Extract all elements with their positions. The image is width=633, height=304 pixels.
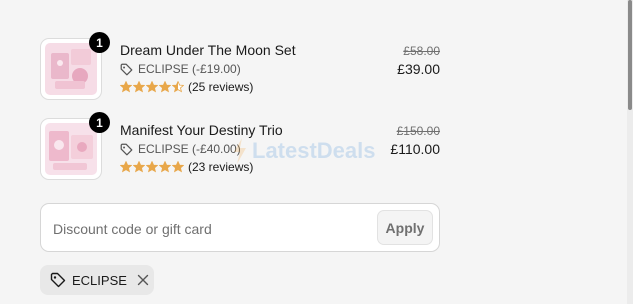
product-image	[45, 123, 97, 175]
star-rating	[119, 80, 185, 93]
final-price: £39.00	[397, 61, 440, 77]
watermark: LatestDeals	[232, 138, 376, 164]
tag-icon	[50, 272, 66, 288]
product-image	[45, 43, 97, 95]
compare-at-price: £150.00	[396, 124, 440, 138]
item-price: £150.00 £110.00	[390, 123, 440, 158]
star-icon	[145, 160, 159, 173]
item-discount-label: ECLIPSE (-£40.00)	[138, 142, 241, 156]
lightning-icon	[234, 138, 246, 164]
discount-form: Apply	[40, 203, 440, 252]
remove-discount-button[interactable]	[137, 274, 149, 286]
cart-items-list: 1 Dream Under The Moon Set ECLIPSE (-£19…	[40, 32, 440, 198]
product-rating: (25 reviews)	[119, 79, 296, 95]
star-icon	[145, 80, 159, 93]
star-icon	[171, 160, 185, 173]
item-discount: ECLIPSE (-£19.00)	[120, 61, 296, 77]
product-thumbnail: 1	[40, 32, 110, 100]
cart-item: 1 Dream Under The Moon Set ECLIPSE (-£19…	[40, 32, 440, 102]
compare-at-price: £58.00	[403, 44, 440, 58]
discount-code-input[interactable]	[51, 212, 375, 246]
item-discount-label: ECLIPSE (-£19.00)	[138, 62, 241, 76]
applied-discount-chip: ECLIPSE	[40, 265, 154, 295]
star-icon	[158, 160, 172, 173]
star-icon	[132, 160, 146, 173]
watermark-text: LatestDeals	[252, 138, 376, 163]
scrollbar-thumb[interactable]	[628, 0, 632, 110]
tag-icon	[120, 63, 133, 75]
star-icon	[119, 160, 133, 173]
product-thumbnail: 1	[40, 112, 110, 180]
close-icon	[137, 274, 149, 286]
quantity-badge: 1	[89, 32, 110, 53]
scrollbar-track[interactable]	[627, 0, 633, 304]
star-icon	[158, 80, 172, 93]
product-title: Dream Under The Moon Set	[120, 42, 296, 58]
tag-icon	[120, 143, 133, 155]
applied-code-label: ECLIPSE	[72, 272, 127, 288]
apply-button[interactable]: Apply	[377, 210, 433, 245]
item-price: £58.00 £39.00	[397, 43, 440, 78]
star-icon	[119, 80, 133, 93]
review-count: (25 reviews)	[188, 80, 254, 94]
final-price: £110.00	[390, 141, 440, 157]
quantity-badge: 1	[89, 112, 110, 133]
star-icon	[171, 80, 185, 93]
product-title: Manifest Your Destiny Trio	[120, 122, 283, 138]
star-icon	[132, 80, 146, 93]
star-rating	[119, 160, 185, 173]
